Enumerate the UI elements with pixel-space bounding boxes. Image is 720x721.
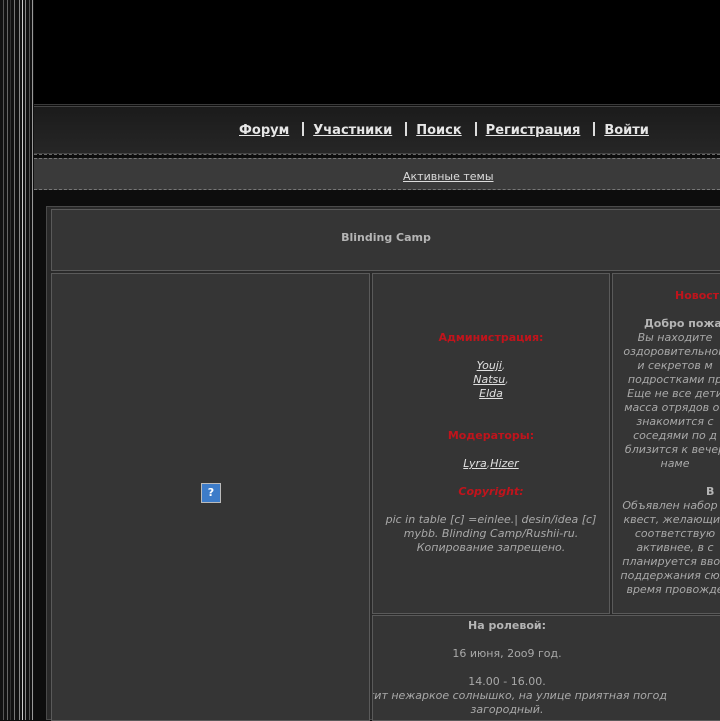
nav-separator	[593, 122, 596, 136]
news-text-line: знакомится с	[636, 415, 714, 428]
copyright-text: pic in table [c] =einlee.| desin/idea [c…	[385, 513, 597, 526]
roleplay-text: Светит нежаркое солнышко, на улице прият…	[372, 689, 668, 702]
header-banner	[34, 0, 720, 105]
news-subtext-line: соответствую	[634, 527, 716, 540]
nav-search-link[interactable]: Поиск	[416, 123, 461, 138]
news-subtext-line: планируется ввод	[622, 555, 720, 568]
news-text-line: оздоровительном	[623, 345, 720, 358]
nav-forum-link[interactable]: Форум	[239, 123, 289, 138]
forum-title-cell: Blinding Camp	[51, 209, 720, 271]
news-text-line: Еще не все дети	[627, 387, 720, 400]
roleplay-heading: На ролевой:	[467, 619, 547, 632]
roleplay-text: загородный.	[470, 703, 544, 716]
page-main: Форум Участники Поиск Регистрация Войти Акти…	[34, 0, 720, 721]
news-cell: Новост Добро пожа Вы находите оздоровите…	[612, 273, 720, 614]
moderators-heading: Модераторы:	[447, 429, 535, 442]
news-subtext-line: время провожде	[626, 583, 720, 596]
news-text-line: близится к вечер	[624, 443, 720, 456]
top-navigation: Форум Участники Поиск Регистрация Войти	[34, 106, 720, 154]
news-text-line: и секретов м	[637, 359, 713, 372]
admin-link[interactable]: Youji	[477, 359, 502, 372]
news-text-line: наме	[660, 457, 690, 470]
forum-content: Blinding Camp ? Администрация: Youji, Na…	[46, 206, 720, 721]
admin-heading: Администрация:	[438, 331, 544, 344]
moderator-link[interactable]: Lyra	[463, 457, 487, 470]
staff-info-cell: Администрация: Youji, Natsu, Elda Модера…	[372, 273, 610, 614]
admin-link[interactable]: Natsu	[473, 373, 505, 386]
news-subtext-line: квест, желающих	[623, 513, 720, 526]
moderator-link[interactable]: Hizer	[490, 457, 518, 470]
broken-image-icon: ?	[201, 483, 221, 503]
nav-separator	[302, 122, 305, 136]
news-text-line: масса отрядов от	[624, 401, 720, 414]
nav-members-link[interactable]: Участники	[313, 123, 392, 138]
active-topics-link[interactable]: Активные темы	[403, 170, 494, 183]
image-cell: ?	[51, 273, 370, 721]
news-subtext-line: активнее, в с	[636, 541, 714, 554]
news-heading: Новост	[675, 289, 720, 302]
active-topics-bar: Активные темы	[34, 158, 720, 190]
nav-separator	[474, 122, 477, 136]
left-frame	[0, 0, 34, 720]
nav-login-link[interactable]: Войти	[604, 123, 649, 138]
nav-list: Форум Участники Поиск Регистрация Войти	[239, 122, 649, 138]
news-welcome: Добро пожа	[644, 317, 720, 330]
copyright-text: mybb. Blinding Camp/Rushii-ru.	[403, 527, 579, 540]
roleplay-date: 16 июня, 2oo9 год.	[452, 647, 562, 660]
news-subtext-line: Объявлен набор у	[622, 499, 720, 512]
copyright-text: Копирование запрещено.	[416, 541, 566, 554]
roleplay-time: 14.00 - 16.00.	[468, 675, 546, 688]
nav-separator	[405, 122, 408, 136]
news-text-line: соседями по д	[633, 429, 717, 442]
forum-title: Blinding Camp	[341, 231, 431, 244]
divider	[34, 154, 720, 155]
news-subtext-line: поддержания сюж	[620, 569, 720, 582]
roleplay-cell: На ролевой: 16 июня, 2oo9 год. 14.00 - 1…	[372, 615, 720, 721]
copyright-heading: Copyright:	[458, 485, 524, 498]
news-text-line: подростками пр	[627, 373, 720, 386]
news-text-line: Вы находите	[637, 331, 713, 344]
news-subheading: В	[706, 485, 715, 498]
nav-register-link[interactable]: Регистрация	[486, 123, 581, 138]
admin-link[interactable]: Elda	[479, 387, 503, 400]
